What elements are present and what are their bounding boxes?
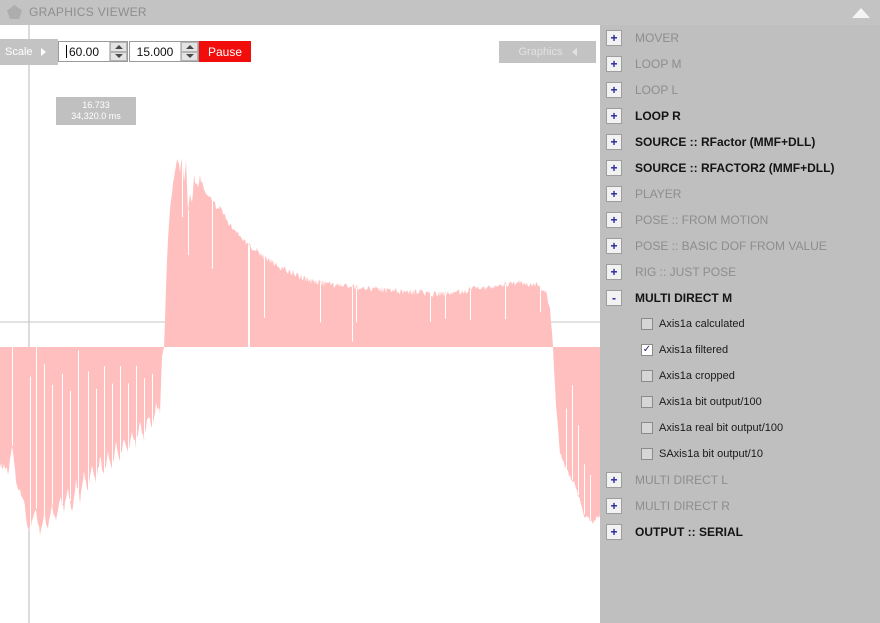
expand-icon[interactable]: + xyxy=(606,82,622,98)
checkbox-label: Axis1a real bit output/100 xyxy=(659,422,784,434)
spin-down-icon[interactable] xyxy=(181,51,198,61)
cursor-readout: 16.733 34,320.0 ms xyxy=(56,97,136,125)
tree-node-label: MOVER xyxy=(635,31,680,45)
tree-node-row[interactable]: + OUTPUT :: SERIAL xyxy=(600,519,880,545)
time-input-value: 15.000 xyxy=(136,44,174,59)
tree-node-row[interactable]: + POSE :: FROM MOTION xyxy=(600,207,880,233)
checkbox-axis1a-filtered[interactable]: ✓ xyxy=(641,344,653,356)
tree-node-label: POSE :: FROM MOTION xyxy=(635,213,769,227)
checkbox-label: Axis1a bit output/100 xyxy=(659,396,762,408)
graph-pane[interactable]: 16.733 34,320.0 ms xyxy=(0,25,600,623)
module-tree-panel[interactable]: + MOVER + LOOP M + LOOP L + LOOP R + SOURCE :: RF… xyxy=(600,25,880,623)
scale-label-text: Scale xyxy=(5,46,33,58)
checkbox-label: Axis1a filtered xyxy=(659,344,729,356)
checkbox-label: SAxis1a bit output/10 xyxy=(659,448,763,460)
window-title: GRAPHICS VIEWER xyxy=(29,5,147,19)
tree-checkbox-row[interactable]: Axis1a calculated xyxy=(600,311,880,337)
title-bar: GRAPHICS VIEWER xyxy=(0,0,880,25)
waveform-area xyxy=(0,158,600,536)
tree-node-label: POSE :: BASIC DOF FROM VALUE xyxy=(635,239,827,253)
graphics-toggle-button[interactable]: Graphics xyxy=(499,41,596,63)
spin-up-icon[interactable] xyxy=(110,42,127,52)
tree-checkbox-row[interactable]: Axis1a cropped xyxy=(600,363,880,389)
expand-icon[interactable]: + xyxy=(606,160,622,176)
tree-node-label: MULTI DIRECT L xyxy=(635,473,728,487)
checkbox-axis1a-calculated[interactable] xyxy=(641,318,653,330)
expand-icon[interactable]: + xyxy=(606,186,622,202)
expand-icon[interactable]: + xyxy=(606,108,622,124)
tree-node-row[interactable]: + MOVER xyxy=(600,25,880,51)
expand-icon[interactable]: + xyxy=(606,56,622,72)
text-caret xyxy=(66,45,67,58)
expand-icon[interactable]: + xyxy=(606,264,622,280)
expand-icon[interactable]: + xyxy=(606,30,622,46)
check-icon: ✓ xyxy=(642,344,652,355)
pause-button-label: Pause xyxy=(207,44,243,59)
triangle-right-icon[interactable] xyxy=(41,48,46,56)
tree-node-row[interactable]: + MULTI DIRECT R xyxy=(600,493,880,519)
tree-node-row[interactable]: + PLAYER xyxy=(600,181,880,207)
tree-node-label: PLAYER xyxy=(635,187,682,201)
cursor-readout-time: 34,320.0 ms xyxy=(71,111,121,121)
tree-node-row[interactable]: + POSE :: BASIC DOF FROM VALUE xyxy=(600,233,880,259)
tree-node-label: RIG :: JUST POSE xyxy=(635,265,737,279)
tree-node-label: SOURCE :: RFactor (MMF+DLL) xyxy=(635,135,816,149)
tree-node-label: MULTI DIRECT R xyxy=(635,499,730,513)
tree-node-row[interactable]: + MULTI DIRECT L xyxy=(600,467,880,493)
pause-button[interactable]: Pause xyxy=(199,41,251,62)
cursor-readout-value: 16.733 xyxy=(82,100,110,110)
tree-node-row[interactable]: + SOURCE :: RFACTOR2 (MMF+DLL) xyxy=(600,155,880,181)
scale-spin-buttons[interactable] xyxy=(109,42,127,61)
tree-node-row[interactable]: - MULTI DIRECT M xyxy=(600,285,880,311)
tree-node-row[interactable]: + LOOP L xyxy=(600,77,880,103)
spin-down-icon[interactable] xyxy=(110,51,127,61)
tree-checkbox-row[interactable]: Axis1a bit output/100 xyxy=(600,389,880,415)
tree-node-label: LOOP R xyxy=(635,109,681,123)
scale-input[interactable]: 60.00 xyxy=(59,42,109,61)
expand-icon[interactable]: + xyxy=(606,498,622,514)
expand-icon[interactable]: + xyxy=(606,212,622,228)
expand-icon[interactable]: + xyxy=(606,134,622,150)
checkbox-label: Axis1a cropped xyxy=(659,370,735,382)
tree-checkbox-row[interactable]: Axis1a real bit output/100 xyxy=(600,415,880,441)
triangle-left-icon xyxy=(571,48,577,56)
checkbox-axis1a-cropped[interactable] xyxy=(641,370,653,382)
time-spin-buttons[interactable] xyxy=(180,42,198,61)
checkbox-axis1a-bit-output-100[interactable] xyxy=(641,396,653,408)
expand-icon[interactable]: + xyxy=(606,524,622,540)
tree-node-row[interactable]: + LOOP M xyxy=(600,51,880,77)
checkbox-label: Axis1a calculated xyxy=(659,318,745,330)
graphics-button-label: Graphics xyxy=(518,46,563,58)
tree-node-row[interactable]: + SOURCE :: RFactor (MMF+DLL) xyxy=(600,129,880,155)
tree-node-label: LOOP M xyxy=(635,57,682,71)
tree-node-label: LOOP L xyxy=(635,83,679,97)
scale-stepper[interactable]: 60.00 xyxy=(58,41,128,62)
tree-node-label: SOURCE :: RFACTOR2 (MMF+DLL) xyxy=(635,161,835,175)
tree-node-label: OUTPUT :: SERIAL xyxy=(635,525,743,539)
tree-node-row[interactable]: + RIG :: JUST POSE xyxy=(600,259,880,285)
triangle-up-icon[interactable] xyxy=(850,6,872,20)
collapse-icon[interactable]: - xyxy=(606,290,622,306)
scale-input-value: 60.00 xyxy=(68,44,100,59)
tree-checkbox-row[interactable]: ✓ Axis1a filtered xyxy=(600,337,880,363)
expand-icon[interactable]: + xyxy=(606,238,622,254)
time-stepper[interactable]: 15.000 xyxy=(129,41,199,62)
expand-icon[interactable]: + xyxy=(606,472,622,488)
tree-node-row[interactable]: + LOOP R xyxy=(600,103,880,129)
tree-checkbox-row[interactable]: SAxis1a bit output/10 xyxy=(600,441,880,467)
time-input[interactable]: 15.000 xyxy=(130,42,180,61)
graphics-viewer-window: GRAPHICS VIEWER 16.733 34,320.0 ms Scale xyxy=(0,0,880,623)
spin-up-icon[interactable] xyxy=(181,42,198,52)
checkbox-saxis1a-bit-output-10[interactable] xyxy=(641,448,653,460)
scale-label: Scale xyxy=(0,39,58,65)
pentagon-icon xyxy=(7,5,22,19)
tree-node-label: MULTI DIRECT M xyxy=(635,291,733,305)
checkbox-axis1a-real-bit-output-100[interactable] xyxy=(641,422,653,434)
